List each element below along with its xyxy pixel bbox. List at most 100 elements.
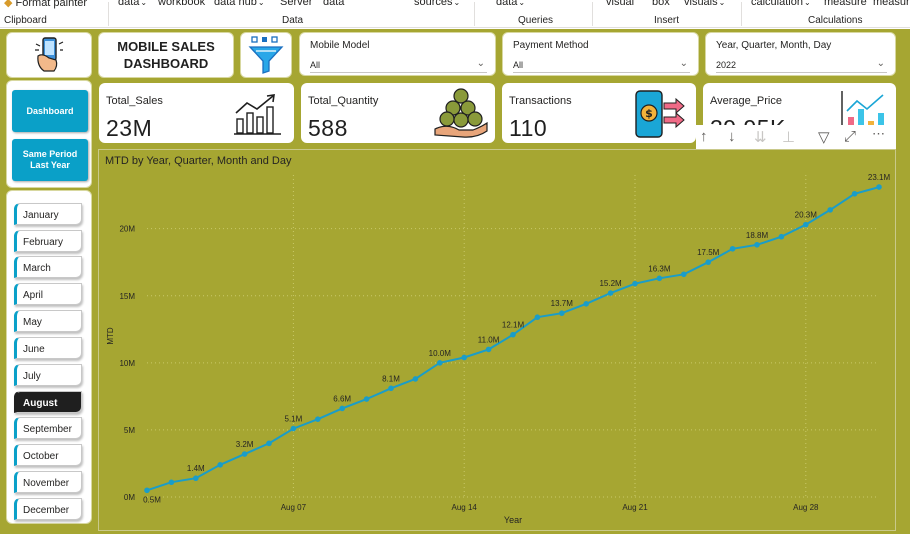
chevron-down-icon: ⌄ [876,58,885,69]
group-insert: Insert [654,15,680,26]
drill-up-icon[interactable]: ↑ [700,128,708,145]
sql-server-button[interactable]: Server [280,0,312,8]
phone-logo-card [6,32,92,78]
mobile-model-dropdown[interactable]: All ⌄ [310,55,487,73]
payment-method-label: Payment Method [513,40,589,51]
same-period-last-year-button[interactable]: Same Period Last Year [12,139,88,181]
ribbon-divider [741,2,742,26]
y-tick-label: 5M [124,426,135,435]
x-tick-label: Aug 14 [452,503,478,512]
data-point [827,207,833,213]
data-point [681,271,687,278]
data-label: 5.1M [285,415,303,424]
kpi-transactions-card: Transactions 110 $ [502,83,696,143]
focus-mode-icon[interactable]: ⤢ [844,128,856,145]
drill-down-icon[interactable]: ↓ [728,128,736,145]
y-axis-title: MTD [106,327,115,345]
kpi-average-price-label: Average_Price [710,95,782,107]
data-point [315,416,321,422]
chart-svg: 0M 5M 10M 15M 20M Aug 07 Aug 14 Aug 21 Aug 28 Yea… [106,173,891,525]
month-button-february[interactable]: February [14,230,82,252]
data-point [241,451,248,457]
more-visuals-button[interactable]: visuals⌄ [684,0,725,8]
data-point [217,462,223,468]
data-hub-button[interactable]: data hub⌄ [214,0,265,8]
payment-method-slicer[interactable]: Payment Method All ⌄ [502,32,699,76]
month-button-september[interactable]: September [14,417,82,439]
data-point [363,396,370,402]
data-point [851,190,858,197]
data-point [583,301,589,307]
visual-header-toolbar: ↑ ↓ ⇊ ⊥ ▽ ⤢ ⋯ [696,125,896,149]
data-point [607,290,614,296]
mtd-line-chart[interactable]: MTD by Year, Quarter, Month and Day 0M 5M… [98,149,896,531]
payment-method-value: All [513,60,524,70]
filter-icon-card[interactable] [240,32,292,78]
y-tick-label: 0M [124,493,135,502]
data-point [168,479,175,486]
month-button-july[interactable]: July [14,364,82,386]
data-label: 13.7M [551,299,574,308]
month-button-november[interactable]: November [14,471,82,493]
enter-data-button[interactable]: data [323,0,344,8]
payment-method-dropdown[interactable]: All ⌄ [513,55,690,73]
y-tick-label: 20M [119,225,135,234]
data-label: 23.1M [868,173,891,182]
month-button-march[interactable]: March [14,256,82,278]
quick-measure-button[interactable]: calculation⌄ [751,0,811,8]
ribbon-divider [108,2,109,26]
new-visual-button[interactable]: visual [606,0,634,8]
get-data-button[interactable]: data⌄ [118,0,147,8]
data-label: 0.5M [143,495,161,504]
group-queries: Queries [518,15,554,26]
new-column-button[interactable]: measure [873,0,910,8]
data-point [339,405,345,412]
excel-workbook-button[interactable]: workbook [158,0,205,8]
expand-hierarchy-icon[interactable]: ⊥ [782,128,795,146]
data-point [193,475,199,482]
mtd-series-line [146,186,880,492]
kpi-total-sales-label: Total_Sales [106,95,163,107]
month-button-june[interactable]: June [14,337,82,359]
data-point [632,280,638,287]
ribbon-divider [474,2,475,26]
report-canvas: MOBILE SALES DASHBOARD Mobile Model All … [0,29,910,534]
ribbon: ◆ Format painter data⌄ workbook data hub… [0,0,910,28]
group-data: Data [282,15,304,26]
month-button-january[interactable]: January [14,203,82,225]
date-hierarchy-slicer[interactable]: Year, Quarter, Month, Day 2022 ⌄ [705,32,896,76]
data-point [510,331,516,338]
mobile-model-slicer[interactable]: Mobile Model All ⌄ [299,32,496,76]
data-label: 17.5M [697,248,720,257]
data-point [559,310,565,316]
data-point [144,487,150,494]
data-point [803,221,809,228]
text-box-button[interactable]: box [652,0,670,8]
month-button-december[interactable]: December [14,498,82,520]
dashboard-button[interactable]: Dashboard [12,90,88,132]
recent-sources-button[interactable]: sources⌄ [414,0,460,8]
x-axis-title: Year [504,515,522,525]
next-level-icon[interactable]: ⇊ [754,128,767,146]
month-button-april[interactable]: April [14,283,82,305]
data-point [729,245,736,252]
month-button-october[interactable]: October [14,444,82,466]
chevron-down-icon: ⌄ [476,58,485,69]
format-painter-button[interactable]: ◆ Format painter [4,0,87,9]
month-button-august[interactable]: August [14,391,82,413]
dashboard-title-card: MOBILE SALES DASHBOARD [98,32,234,78]
group-calculations: Calculations [808,15,863,26]
data-label: 20.3M [795,211,818,220]
more-options-icon[interactable]: ⋯ [872,126,885,142]
date-hierarchy-value: 2022 [716,60,737,70]
kpi-total-sales-card: Total_Sales 23M [99,83,294,143]
data-point [461,354,468,361]
ribbon-divider [592,2,593,26]
transform-data-button[interactable]: data⌄ [496,0,525,8]
paintbrush-icon: ◆ [4,0,13,9]
filter-icon[interactable]: ▽ [818,128,830,146]
date-hierarchy-label: Year, Quarter, Month, Day [716,40,832,51]
new-measure-button[interactable]: measure [824,0,867,8]
date-hierarchy-dropdown[interactable]: 2022 ⌄ [716,55,887,73]
month-button-may[interactable]: May [14,310,82,332]
